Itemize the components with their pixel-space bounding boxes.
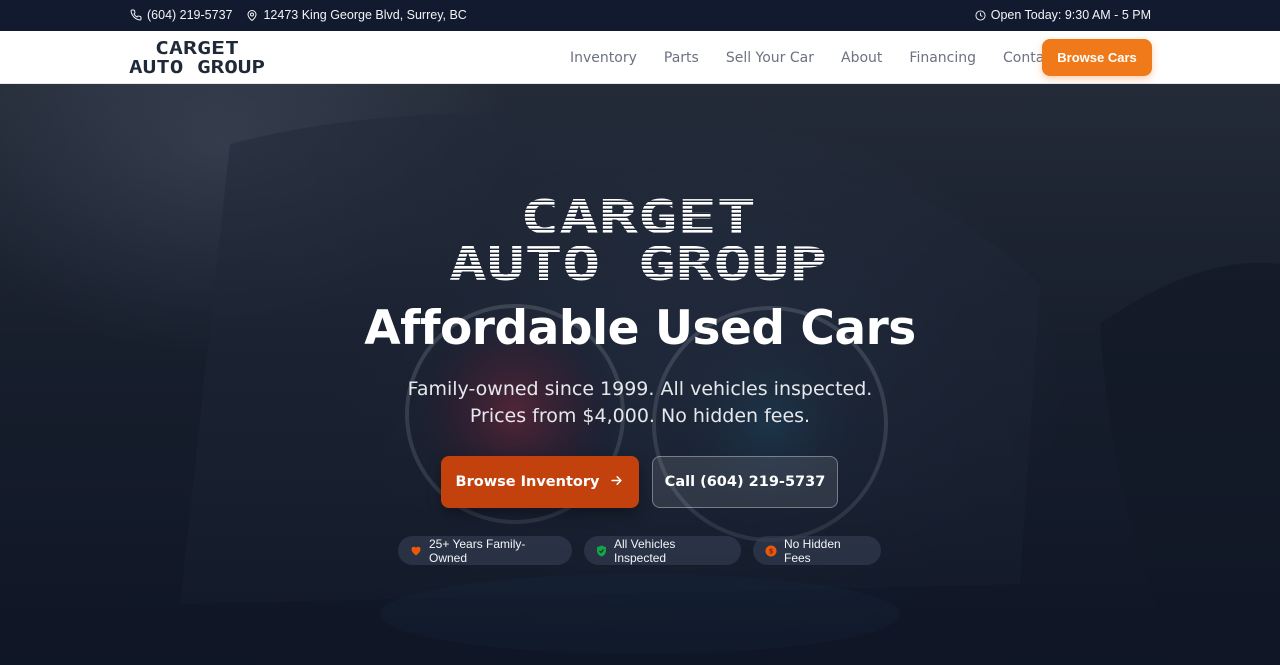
arrow-right-icon — [609, 473, 624, 492]
hero-subtitle-line-2: Prices from $4,000. No hidden fees. — [469, 405, 811, 427]
badge-no-hidden-fees: $ No Hidden Fees — [753, 536, 881, 565]
top-info-bar: (604) 219-5737 12473 King George Blvd, S… — [0, 0, 1280, 31]
nav-link-parts[interactable]: Parts — [664, 50, 699, 66]
clock-icon — [975, 9, 986, 21]
browse-cars-button[interactable]: Browse Cars — [1042, 39, 1152, 76]
shield-check-icon — [596, 545, 607, 557]
badge-vehicles-inspected-label: All Vehicles Inspected — [614, 536, 676, 565]
heart-icon — [410, 545, 422, 556]
phone-link[interactable]: (604) 219-5737 — [130, 8, 232, 22]
badge-family-owned: 25+ Years Family-Owned — [398, 536, 572, 565]
hero-logo-line-1: CARGET — [520, 190, 756, 244]
dollar-icon: $ — [765, 545, 777, 557]
hero-subtitle-line-1: Family-owned since 1999. All vehicles in… — [407, 378, 873, 400]
address-text: 12473 King George Blvd, Surrey, BC — [263, 8, 467, 22]
map-pin-icon — [246, 9, 258, 22]
svg-text:$: $ — [769, 547, 774, 555]
nav-link-financing[interactable]: Financing — [909, 50, 976, 66]
address-link[interactable]: 12473 King George Blvd, Surrey, BC — [246, 8, 467, 22]
phone-number: (604) 219-5737 — [147, 8, 233, 22]
nav-links: Inventory Parts Sell Your Car About Fina… — [570, 50, 1057, 66]
main-nav: CARGET AUTO GROUP Inventory Parts Sell Y… — [0, 31, 1280, 84]
hero-logo-line-2: AUTO GROUP — [449, 237, 827, 284]
badge-no-hidden-fees-label: No Hidden Fees — [784, 536, 841, 565]
hours-text: Open Today: 9:30 AM - 5 PM — [990, 8, 1151, 22]
badge-vehicles-inspected: All Vehicles Inspected — [584, 536, 741, 565]
nav-link-sell-your-car[interactable]: Sell Your Car — [726, 50, 814, 66]
nav-link-about[interactable]: About — [841, 50, 882, 66]
phone-icon — [130, 9, 142, 21]
browse-inventory-label: Browse Inventory — [455, 474, 600, 490]
hero-headline: Affordable Used Cars — [364, 301, 916, 356]
site-logo[interactable]: CARGET AUTO GROUP — [129, 39, 269, 77]
logo-line-1: CARGET — [155, 39, 239, 59]
call-phone-button[interactable]: Call (604) 219-5737 — [652, 456, 838, 508]
hero-section: CARGET AUTO GROUP Affordable Used Cars F… — [0, 84, 1280, 665]
logo-line-2: AUTO GROUP — [129, 57, 265, 77]
nav-link-inventory[interactable]: Inventory — [570, 50, 637, 66]
badge-family-owned-label: 25+ Years Family-Owned — [429, 536, 526, 565]
browse-inventory-button[interactable]: Browse Inventory — [441, 456, 639, 508]
hero-logo: CARGET AUTO GROUP — [448, 190, 832, 284]
